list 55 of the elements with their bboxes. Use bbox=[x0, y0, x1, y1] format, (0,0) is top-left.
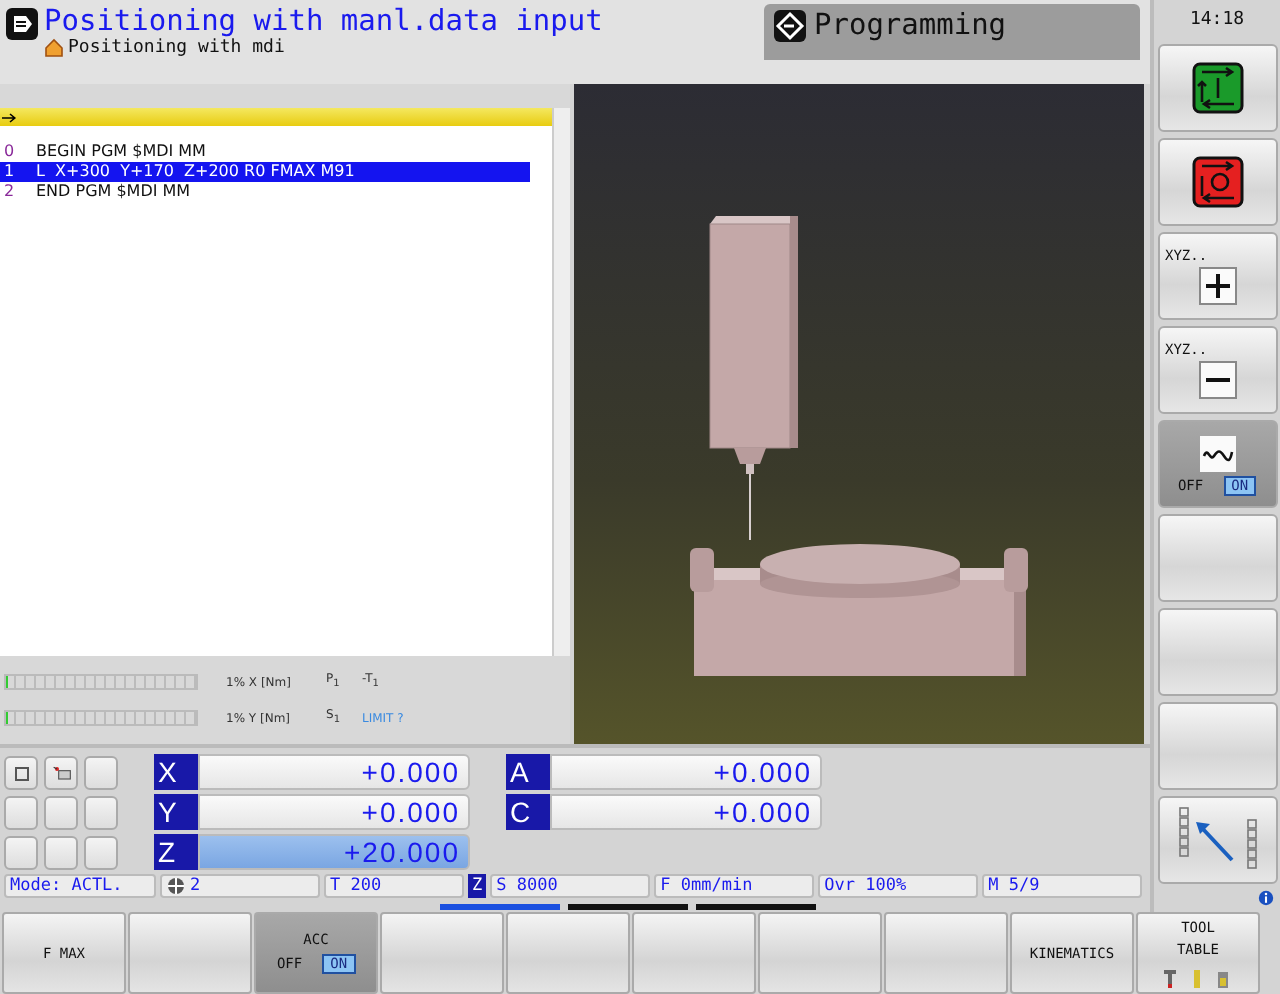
minus-icon bbox=[1197, 359, 1237, 399]
program-name: Positioning with mdi bbox=[68, 38, 285, 58]
axis-position: +20.000 bbox=[198, 834, 470, 870]
wave-icon bbox=[1197, 433, 1237, 473]
tool-axis-badge: Z bbox=[468, 874, 487, 898]
blank-softkey[interactable] bbox=[128, 912, 252, 994]
override-status: Ovr 100% bbox=[818, 874, 979, 898]
datum-icon bbox=[166, 876, 186, 896]
axis-position: +0.000 bbox=[550, 754, 822, 790]
feed-status: F 0mm/min bbox=[654, 874, 815, 898]
blank-softkey[interactable] bbox=[1157, 608, 1277, 696]
programming-icon bbox=[772, 8, 808, 44]
clock: 14:18 bbox=[1189, 8, 1245, 34]
jog-softkey[interactable] bbox=[1157, 796, 1277, 884]
control-button[interactable] bbox=[44, 756, 78, 790]
program-line[interactable]: 2 END PGM $MDI MM bbox=[0, 182, 530, 202]
mode-status: Mode: ACTL. bbox=[4, 874, 156, 898]
arrow-icon bbox=[2, 111, 18, 123]
view-toggle-button[interactable] bbox=[4, 756, 38, 790]
mode-title: Positioning with manl.data input bbox=[44, 6, 603, 38]
axis-position: +0.000 bbox=[198, 754, 470, 790]
datum-number: 2 bbox=[190, 874, 201, 898]
mode-icon bbox=[4, 6, 40, 42]
blank-softkey[interactable] bbox=[758, 912, 882, 994]
cycle-stop-icon bbox=[1187, 152, 1247, 212]
axis-label: X bbox=[154, 754, 198, 790]
square-icon bbox=[11, 763, 31, 783]
home-icon bbox=[44, 38, 64, 58]
axis-position: +0.000 bbox=[198, 794, 470, 830]
blank-softkey[interactable] bbox=[1157, 514, 1277, 602]
blank-softkey[interactable] bbox=[380, 912, 504, 994]
info-icon bbox=[1258, 890, 1274, 906]
spindle-status: S 8000 bbox=[490, 874, 651, 898]
blank-softkey[interactable] bbox=[632, 912, 756, 994]
axis-label: A bbox=[506, 754, 550, 790]
programming-mode-tab[interactable]: Programming bbox=[764, 4, 1140, 60]
axis-label: Z bbox=[154, 834, 198, 870]
tool-status: T 200 bbox=[324, 874, 464, 898]
blank-key[interactable] bbox=[44, 836, 78, 870]
cycle-start-icon bbox=[1187, 58, 1247, 118]
program-line[interactable]: 0 BEGIN PGM $MDI MM bbox=[0, 142, 530, 162]
axis-label: Y bbox=[154, 794, 198, 830]
blank-softkey[interactable] bbox=[1157, 702, 1277, 790]
blank-softkey[interactable] bbox=[506, 912, 630, 994]
blank-key[interactable] bbox=[84, 836, 118, 870]
plus-icon bbox=[1197, 265, 1237, 305]
axis-position: +0.000 bbox=[550, 794, 822, 830]
nc-start-softkey[interactable] bbox=[1157, 44, 1277, 132]
m-function-status: M 5/9 bbox=[982, 874, 1143, 898]
axis-label: C bbox=[506, 794, 550, 830]
scrollbar[interactable] bbox=[552, 108, 570, 656]
computer-icon bbox=[51, 763, 71, 783]
blank-key[interactable] bbox=[4, 836, 38, 870]
nc-stop-softkey[interactable] bbox=[1157, 138, 1277, 226]
blank-softkey[interactable] bbox=[884, 912, 1008, 994]
